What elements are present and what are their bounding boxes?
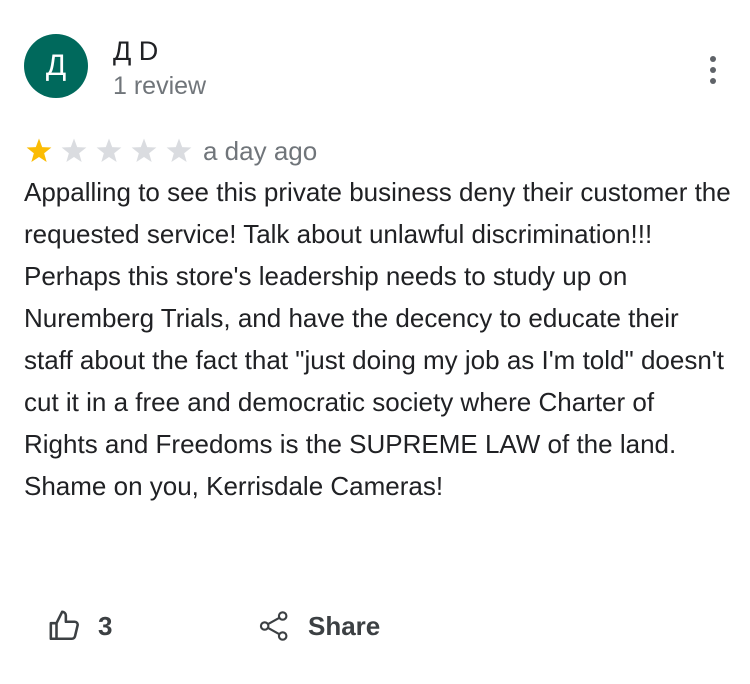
review-card: Д Д D 1 review a day ago Appalling to se… bbox=[0, 0, 750, 684]
author-name[interactable]: Д D bbox=[113, 36, 158, 66]
like-button[interactable]: 3 bbox=[48, 604, 112, 648]
more-options-button[interactable] bbox=[700, 56, 728, 86]
more-vert-icon-dot bbox=[710, 67, 716, 73]
star-filled-icon bbox=[26, 138, 52, 163]
star-empty-icon bbox=[96, 138, 122, 163]
author-review-count: 1 review bbox=[113, 72, 207, 100]
review-actions: 3 Share bbox=[48, 604, 448, 648]
avatar[interactable]: Д bbox=[24, 34, 88, 98]
more-vert-icon-dot bbox=[710, 78, 716, 84]
star-empty-icon bbox=[166, 138, 192, 163]
thumb-up-icon bbox=[49, 610, 79, 641]
review-timestamp: a day ago bbox=[203, 136, 318, 166]
like-count: 3 bbox=[98, 610, 113, 641]
star-rating bbox=[26, 138, 201, 164]
rating-row: a day ago bbox=[26, 134, 317, 168]
review-header: Д Д D 1 review bbox=[24, 34, 724, 100]
share-icon bbox=[259, 611, 288, 641]
more-vert-icon bbox=[710, 56, 716, 62]
share-button[interactable]: Share bbox=[258, 604, 380, 648]
review-text: Appalling to see this private business d… bbox=[24, 177, 731, 501]
star-empty-icon bbox=[131, 138, 157, 163]
star-empty-icon bbox=[61, 138, 87, 163]
share-label: Share bbox=[308, 610, 381, 641]
